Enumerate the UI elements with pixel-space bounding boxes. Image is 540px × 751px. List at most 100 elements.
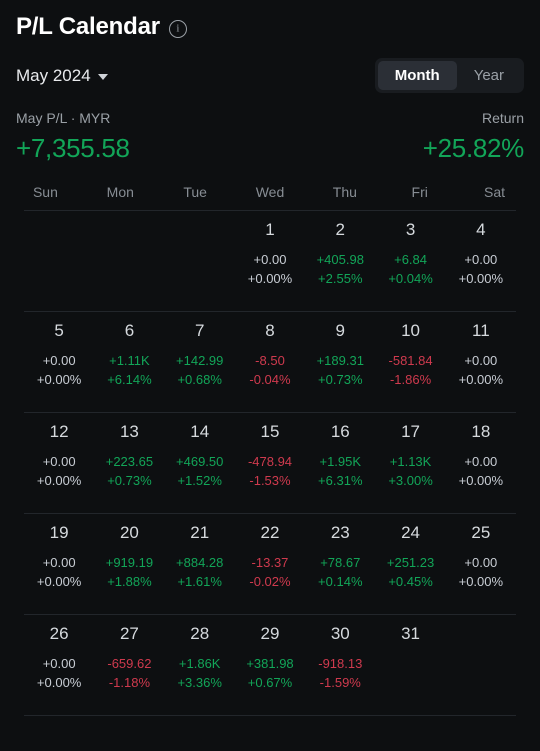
month-picker[interactable]: May 2024: [16, 66, 108, 86]
calendar-day-cell[interactable]: 23 +78.67 +0.14%: [305, 523, 375, 606]
calendar-week-row: 5 +0.00 +0.00% 6 +1.11K +6.14% 7 +142.99 +0.68% 8…: [24, 311, 516, 412]
calendar-day-percent: +3.00%: [388, 473, 433, 488]
calendar-day-cell[interactable]: 26 +0.00 +0.00%: [24, 624, 94, 707]
calendar-day-pl: +0.00: [464, 353, 498, 368]
calendar-day-number: 3: [405, 220, 416, 239]
calendar-day-cell[interactable]: 16 +1.95K +6.31%: [305, 422, 375, 505]
weekday-tue: Tue: [183, 184, 207, 200]
calendar-day-pl: +0.00: [42, 555, 76, 570]
calendar-day-percent: +0.00%: [458, 574, 504, 589]
calendar-day-cell[interactable]: 22 -13.37 -0.02%: [235, 523, 305, 606]
weekday-wed: Wed: [255, 184, 285, 200]
calendar-day-cell[interactable]: 3 +6.84 +0.04%: [375, 220, 445, 303]
calendar-day-cell[interactable]: 11 +0.00 +0.00%: [446, 321, 516, 404]
calendar-day-pl: -918.13: [318, 656, 363, 671]
tab-month[interactable]: Month: [377, 61, 457, 90]
calendar-day-number: 6: [124, 321, 135, 340]
calendar-day-pl: +884.28: [176, 555, 224, 570]
calendar-day-percent: +0.00%: [36, 372, 82, 387]
calendar-day-cell[interactable]: 29 +381.98 +0.67%: [235, 624, 305, 707]
calendar-day-cell[interactable]: 19 +0.00 +0.00%: [24, 523, 94, 606]
calendar-day-cell[interactable]: 6 +1.11K +6.14%: [94, 321, 164, 404]
page-title: P/L Calendar: [16, 13, 160, 40]
calendar-day-cell[interactable]: 10 -581.84 -1.86%: [375, 321, 445, 404]
calendar-week-row: 19 +0.00 +0.00% 20 +919.19 +1.88% 21 +884.28 +1.…: [24, 513, 516, 614]
calendar-day-number: 7: [194, 321, 205, 340]
calendar-day-number: 23: [330, 523, 350, 542]
calendar-day-number: 13: [119, 422, 139, 441]
calendar-day-number: 30: [330, 624, 350, 643]
calendar-day-pl: +0.00: [42, 656, 76, 671]
calendar-week-row: 12 +0.00 +0.00% 13 +223.65 +0.73% 14 +469.50 +1.…: [24, 412, 516, 513]
calendar-day-cell[interactable]: 2 +405.98 +2.55%: [305, 220, 375, 303]
calendar-day-empty: [165, 220, 235, 303]
calendar-day-percent: +0.00%: [458, 271, 504, 286]
period-toggle: Month Year: [374, 58, 524, 93]
calendar-week-row: 26 +0.00 +0.00% 27 -659.62 -1.18% 28 +1.86K +3.3…: [24, 614, 516, 715]
calendar-day-cell[interactable]: 25 +0.00 +0.00%: [446, 523, 516, 606]
calendar-day-empty: [94, 220, 164, 303]
info-circle-icon[interactable]: i: [168, 20, 187, 38]
calendar-day-number: 22: [260, 523, 280, 542]
calendar-day-percent: +0.73%: [318, 372, 363, 387]
weekday-sun: Sun: [32, 184, 58, 200]
weekday-thu: Thu: [332, 184, 357, 200]
return-value: +25.82%: [422, 133, 525, 163]
calendar-day-cell[interactable]: 14 +469.50 +1.52%: [165, 422, 235, 505]
calendar-day-cell[interactable]: 12 +0.00 +0.00%: [24, 422, 94, 505]
calendar-day-number: 9: [335, 321, 346, 340]
calendar-day-pl: +251.23: [386, 555, 435, 570]
calendar-day-percent: +6.31%: [318, 473, 363, 488]
calendar-day-pl: +142.99: [176, 353, 224, 368]
calendar-day-cell[interactable]: 8 -8.50 -0.04%: [235, 321, 305, 404]
return-label: Return: [481, 110, 524, 126]
calendar-day-number: 26: [49, 624, 69, 643]
calendar-day-number: 24: [401, 523, 421, 542]
calendar-day-number: 14: [190, 422, 210, 441]
calendar-day-percent: +1.88%: [107, 574, 152, 589]
calendar-day-pl: -8.50: [255, 353, 285, 368]
calendar-day-number: 18: [471, 422, 491, 441]
calendar-day-percent: +0.00%: [458, 473, 504, 488]
calendar-day-cell[interactable]: 7 +142.99 +0.68%: [165, 321, 235, 404]
calendar-day-cell[interactable]: 31: [375, 624, 445, 707]
calendar-day-percent: +0.00%: [36, 574, 82, 589]
calendar-day-cell[interactable]: 24 +251.23 +0.45%: [375, 523, 445, 606]
calendar-day-number: 8: [265, 321, 275, 340]
calendar-day-percent: +0.68%: [177, 372, 222, 387]
calendar-day-cell[interactable]: 9 +189.31 +0.73%: [305, 321, 375, 404]
calendar-day-pl: +1.86K: [178, 656, 221, 671]
tab-year[interactable]: Year: [457, 61, 521, 90]
chevron-down-icon: [97, 74, 108, 80]
calendar-day-percent: +0.00%: [36, 675, 82, 690]
calendar-day-empty: [24, 220, 94, 303]
calendar-day-number: 27: [119, 624, 139, 643]
calendar-day-percent: +2.55%: [318, 271, 363, 286]
calendar-day-cell[interactable]: 17 +1.13K +3.00%: [375, 422, 445, 505]
calendar-day-percent: +6.14%: [107, 372, 152, 387]
calendar-day-cell[interactable]: 5 +0.00 +0.00%: [24, 321, 94, 404]
calendar-day-percent: +0.00%: [247, 271, 293, 286]
calendar-day-pl: -581.84: [388, 353, 433, 368]
calendar-day-cell[interactable]: 30 -918.13 -1.59%: [305, 624, 375, 707]
calendar-day-number: 4: [476, 220, 486, 239]
calendar-day-percent: +0.14%: [318, 574, 363, 589]
calendar-day-cell[interactable]: 4 +0.00 +0.00%: [446, 220, 516, 303]
calendar-day-cell[interactable]: 13 +223.65 +0.73%: [94, 422, 164, 505]
calendar-day-cell[interactable]: 20 +919.19 +1.88%: [94, 523, 164, 606]
calendar-day-pl: +0.00: [464, 252, 498, 267]
calendar-day-number: 5: [54, 321, 64, 340]
calendar-day-cell[interactable]: 15 -478.94 -1.53%: [235, 422, 305, 505]
calendar-day-pl: +919.19: [105, 555, 154, 570]
calendar-day-cell[interactable]: 27 -659.62 -1.18%: [94, 624, 164, 707]
calendar-day-number: 2: [335, 220, 346, 239]
calendar-day-cell[interactable]: 18 +0.00 +0.00%: [446, 422, 516, 505]
calendar-day-percent: -0.02%: [249, 574, 291, 589]
calendar-day-pl: +469.50: [176, 454, 224, 469]
weekday-sat: Sat: [484, 184, 506, 200]
pl-calendar-screen: P/L Calendar i May 2024 Month Year May P…: [0, 0, 540, 751]
calendar-day-cell[interactable]: 1 +0.00 +0.00%: [235, 220, 305, 303]
calendar-day-cell[interactable]: 28 +1.86K +3.36%: [165, 624, 235, 707]
calendar-day-percent: +1.52%: [177, 473, 222, 488]
calendar-day-cell[interactable]: 21 +884.28 +1.61%: [165, 523, 235, 606]
